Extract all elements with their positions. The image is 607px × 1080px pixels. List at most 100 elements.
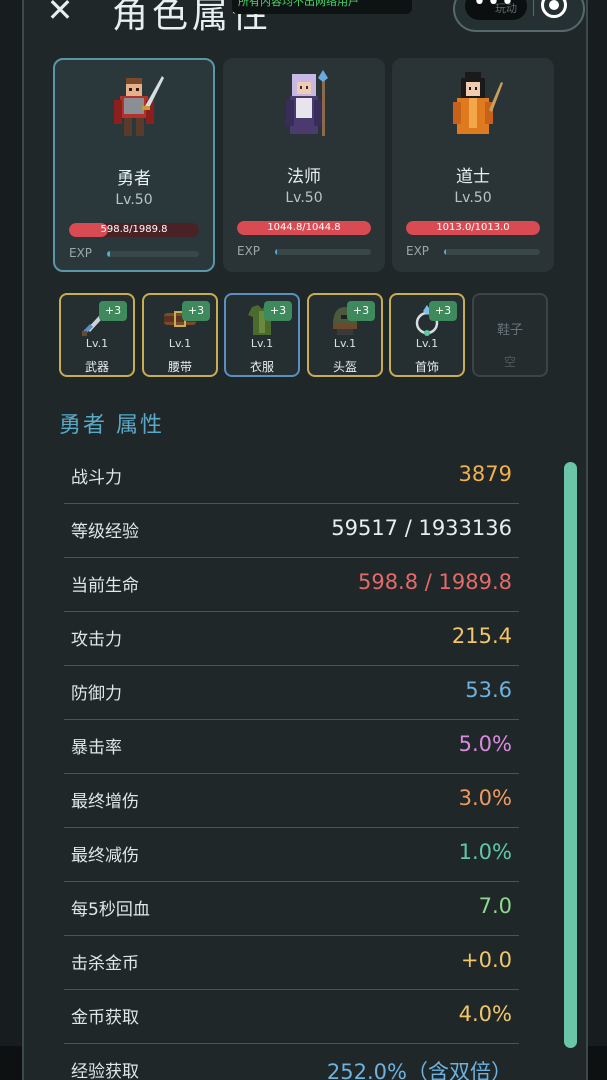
more-button[interactable]: ••• 玩动: [465, 0, 527, 20]
enhance-badge: +3: [264, 301, 292, 321]
bottom-edge-left: [0, 1046, 22, 1080]
capsule-divider: [533, 0, 534, 16]
equip-name: 头盔: [332, 360, 357, 374]
stat-row-final-damage-reduction: 最终减伤 1.0%: [64, 828, 519, 882]
stat-label: 金币获取: [71, 1008, 139, 1028]
equip-level: Lv.1: [168, 337, 192, 350]
hp-bar: 1013.0/1013.0: [406, 221, 540, 235]
stat-row-hp-regen: 每5秒回血 7.0: [64, 882, 519, 936]
stat-label: 经验获取: [71, 1062, 139, 1080]
stat-value: 252.0%（含双倍）: [326, 1060, 512, 1080]
hero-card-warrior[interactable]: 勇者 Lv.50 598.8/1989.8 EXP: [53, 58, 215, 272]
stat-row-level-exp: 等级经验 59517 / 1933136: [64, 504, 519, 558]
exp-label: EXP: [406, 244, 430, 258]
hero-card-mage[interactable]: 法师 Lv.50 1044.8/1044.8 EXP: [223, 58, 385, 272]
stats-list: 战斗力 3879 等级经验 59517 / 1933136 当前生命 598.8…: [64, 450, 519, 1080]
equip-empty-label: 空: [503, 355, 516, 369]
stat-label: 每5秒回血: [71, 900, 150, 920]
stat-value: 1.0%: [458, 840, 512, 864]
equip-slot-belt[interactable]: +3 Lv.1 腰带: [142, 293, 218, 377]
hp-text: 1044.8/1044.8: [267, 222, 341, 233]
stat-label: 攻击力: [71, 630, 122, 650]
exp-bar: [107, 251, 199, 257]
bottom-edge-right: [588, 1046, 607, 1080]
enhance-badge: +3: [429, 301, 457, 321]
stat-label: 等级经验: [71, 522, 139, 542]
enhance-badge: +3: [182, 301, 210, 321]
stat-value: 59517 / 1933136: [331, 516, 512, 540]
enhance-badge: +3: [99, 301, 127, 321]
hero-card-taoist[interactable]: 道士 Lv.50 1013.0/1013.0 EXP: [392, 58, 554, 272]
hero-name: 道士: [456, 167, 490, 187]
stat-value: 3879: [458, 462, 512, 486]
stat-value: 7.0: [478, 894, 512, 918]
stat-row-current-hp: 当前生命 598.8 / 1989.8: [64, 558, 519, 612]
equip-level: Lv.1: [85, 337, 109, 350]
hp-bar: 1044.8/1044.8: [237, 221, 371, 235]
exp-bar: [444, 249, 540, 255]
close-button[interactable]: ✕: [44, 0, 76, 28]
stat-label: 最终减伤: [71, 846, 139, 866]
equip-level: Lv.1: [333, 337, 357, 350]
exp-bar: [275, 249, 371, 255]
notice-banner: 所有内容均不出网络用户: [232, 0, 412, 14]
exp-label: EXP: [69, 246, 93, 260]
stat-row-defense: 防御力 53.6: [64, 666, 519, 720]
equip-slot-weapon[interactable]: +3 Lv.1 武器: [59, 293, 135, 377]
equip-slot-shoes[interactable]: 鞋子 空: [472, 293, 548, 377]
stat-label: 战斗力: [71, 468, 122, 488]
mage-portrait-icon: [286, 70, 328, 136]
stat-value: 215.4: [451, 624, 512, 648]
hp-text: 598.8/1989.8: [100, 224, 168, 235]
stat-label: 防御力: [71, 684, 122, 704]
equip-level: Lv.1: [415, 337, 439, 350]
section-title: 勇者 属性: [59, 413, 164, 438]
stat-label: 最终增伤: [71, 792, 139, 812]
hero-name: 法师: [287, 167, 321, 187]
equip-name: 鞋子: [496, 323, 523, 338]
exp-bar-fill: [444, 249, 446, 255]
equip-name: 衣服: [249, 360, 274, 374]
exp-bar-fill: [275, 249, 277, 255]
equipment-slots: +3 Lv.1 武器 +3 Lv.1 腰带 +3 Lv.1 衣服 +3 Lv.1…: [59, 293, 549, 377]
hero-name: 勇者: [117, 169, 151, 189]
equip-slot-necklace[interactable]: +3 Lv.1 首饰: [389, 293, 465, 377]
enhance-badge: +3: [347, 301, 375, 321]
hero-level: Lv.50: [454, 190, 492, 206]
stat-value: +0.0: [461, 948, 512, 972]
stat-row-crit-rate: 暴击率 5.0%: [64, 720, 519, 774]
equip-name: 腰带: [167, 360, 192, 374]
stat-label: 当前生命: [71, 576, 139, 596]
hero-level: Lv.50: [285, 190, 323, 206]
stat-value: 5.0%: [458, 732, 512, 756]
hero-selector: 勇者 Lv.50 598.8/1989.8 EXP 法师 Lv.50 1044.…: [53, 58, 554, 272]
taoist-portrait-icon: [453, 72, 503, 134]
equip-slot-helmet[interactable]: +3 Lv.1 头盔: [307, 293, 383, 377]
stat-row-gold-gain: 金币获取 4.0%: [64, 990, 519, 1044]
stat-label: 暴击率: [71, 738, 122, 758]
stats-scrollbar[interactable]: [564, 462, 577, 1048]
stat-row-kill-gold: 击杀金币 +0.0: [64, 936, 519, 990]
more-caption: 玩动: [495, 2, 517, 15]
stat-label: 击杀金币: [71, 954, 139, 974]
warrior-portrait-icon: [114, 76, 164, 136]
hp-text: 1013.0/1013.0: [436, 222, 510, 233]
equip-level: Lv.1: [250, 337, 274, 350]
stat-row-final-damage-boost: 最终增伤 3.0%: [64, 774, 519, 828]
equip-name: 武器: [84, 360, 109, 374]
hero-level: Lv.50: [115, 192, 153, 208]
stat-value: 53.6: [465, 678, 512, 702]
exp-bar-fill: [107, 251, 110, 257]
equip-slot-armor[interactable]: +3 Lv.1 衣服: [224, 293, 300, 377]
stat-value: 598.8 / 1989.8: [357, 570, 512, 594]
exit-miniprogram-button[interactable]: [541, 0, 567, 18]
hp-bar: 598.8/1989.8: [69, 223, 199, 237]
stat-row-attack: 攻击力 215.4: [64, 612, 519, 666]
stat-row-combat-power: 战斗力 3879: [64, 450, 519, 504]
stat-value: 4.0%: [458, 1002, 512, 1026]
equip-name: 首饰: [414, 360, 439, 374]
stat-value: 3.0%: [458, 786, 512, 810]
scrollbar-thumb[interactable]: [564, 462, 577, 1048]
top-bar: ✕ 角色属性 所有内容均不出网络用户 ••• 玩动: [0, 0, 607, 40]
miniprogram-capsule: ••• 玩动: [453, 0, 585, 32]
